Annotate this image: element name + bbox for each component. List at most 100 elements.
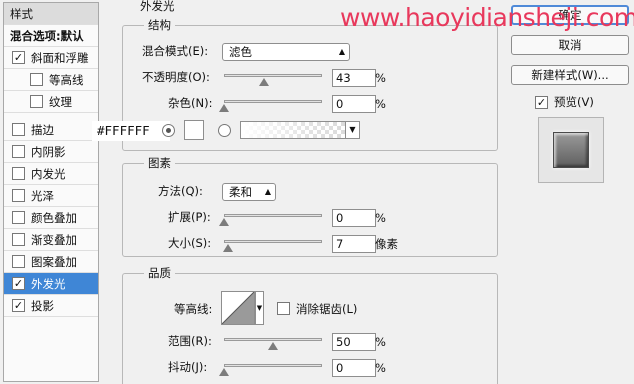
spread-slider[interactable] (224, 214, 322, 217)
blend-mode-label: 混合模式(E): (142, 44, 209, 58)
style-item-pattern-overlay[interactable]: 图案叠加 (4, 251, 98, 273)
size-input[interactable]: 7 (332, 235, 376, 253)
inner-glow-checkbox[interactable] (12, 167, 25, 180)
style-item-label: 光泽 (31, 189, 54, 203)
bevel-emboss-checkbox[interactable]: ✓ (12, 51, 25, 64)
preview-checkbox[interactable]: ✓ (535, 96, 548, 109)
opacity-input[interactable]: 43 (332, 69, 376, 87)
drop-shadow-checkbox[interactable]: ✓ (12, 299, 25, 312)
cancel-button[interactable]: 取消 (511, 35, 629, 55)
jitter-label: 抖动(J): (168, 360, 208, 374)
structure-legend: 结构 (144, 18, 175, 32)
style-item-label: 描边 (31, 123, 54, 137)
range-slider[interactable] (224, 338, 322, 341)
style-item-label: 颜色叠加 (31, 211, 77, 225)
contour-checkbox[interactable] (30, 73, 43, 86)
inner-shadow-checkbox[interactable] (12, 145, 25, 158)
spread-input[interactable]: 0 (332, 209, 376, 227)
noise-input[interactable]: 0 (332, 95, 376, 113)
style-item-contour[interactable]: 等高线 (4, 69, 98, 91)
style-item-gradient-overlay[interactable]: 渐变叠加 (4, 229, 98, 251)
percent-sign: % (375, 97, 386, 111)
style-item-label: 内阴影 (31, 145, 66, 159)
texture-checkbox[interactable] (30, 95, 43, 108)
styles-list: 样式 混合选项:默认 ✓ 斜面和浮雕 等高线 纹理 描边 内阴影 内发光 光泽 … (3, 2, 99, 382)
jitter-slider[interactable] (224, 364, 322, 367)
noise-slider[interactable] (224, 100, 322, 103)
opacity-label: 不透明度(O): (142, 70, 210, 84)
watermark-text: www.haoyidiansheji.com (340, 3, 634, 32)
blend-options-item[interactable]: 混合选项:默认 (4, 25, 98, 47)
style-item-label: 等高线 (49, 73, 84, 87)
preview-thumbnail (538, 117, 604, 183)
pattern-overlay-checkbox[interactable] (12, 255, 25, 268)
chevron-down-icon[interactable]: ▼ (255, 291, 264, 325)
style-item-inner-glow[interactable]: 内发光 (4, 163, 98, 185)
jitter-slider-thumb[interactable] (219, 368, 229, 376)
antialias-checkbox[interactable] (277, 302, 290, 315)
quality-legend: 品质 (144, 266, 175, 280)
style-item-label: 内发光 (31, 167, 66, 181)
style-item-satin[interactable]: 光泽 (4, 185, 98, 207)
opacity-slider-thumb[interactable] (259, 78, 269, 86)
gradient-radio[interactable] (218, 124, 231, 137)
method-label: 方法(Q): (158, 184, 203, 198)
style-item-label: 纹理 (49, 95, 72, 109)
size-slider[interactable] (224, 240, 322, 243)
preview-swatch (553, 132, 589, 168)
style-item-label: 外发光 (31, 277, 66, 291)
opacity-slider[interactable] (224, 74, 322, 77)
style-item-color-overlay[interactable]: 颜色叠加 (4, 207, 98, 229)
satin-checkbox[interactable] (12, 189, 25, 202)
range-input[interactable]: 50 (332, 333, 376, 351)
method-select[interactable]: 柔和 ▲ (222, 183, 276, 201)
style-item-drop-shadow[interactable]: ✓ 投影 (4, 295, 98, 317)
style-item-label: 投影 (31, 299, 54, 313)
glow-color-swatch[interactable] (184, 120, 204, 140)
elements-legend: 图素 (144, 156, 175, 170)
style-item-label: 图案叠加 (31, 255, 77, 269)
range-label: 范围(R): (168, 334, 212, 348)
color-overlay-checkbox[interactable] (12, 211, 25, 224)
percent-sign: % (375, 211, 386, 225)
size-slider-thumb[interactable] (223, 244, 233, 252)
spread-slider-thumb[interactable] (219, 218, 229, 226)
spread-label: 扩展(P): (168, 210, 211, 224)
new-style-button[interactable]: 新建样式(W)... (511, 65, 629, 85)
style-item-inner-shadow[interactable]: 内阴影 (4, 141, 98, 163)
preview-label: 预览(V) (554, 95, 594, 109)
percent-sign: % (375, 361, 386, 375)
updown-arrow-icon: ▲ (264, 187, 271, 196)
style-item-outer-glow[interactable]: ✓ 外发光 (4, 273, 98, 295)
color-annotation: #FFFFFF (97, 123, 150, 138)
jitter-input[interactable]: 0 (332, 359, 376, 377)
blend-mode-select[interactable]: 滤色 ▲ (222, 43, 350, 61)
style-item-label: 斜面和浮雕 (31, 51, 89, 65)
range-slider-thumb[interactable] (268, 342, 278, 350)
updown-arrow-icon: ▲ (338, 47, 345, 56)
stroke-checkbox[interactable] (12, 123, 25, 136)
contour-picker[interactable] (221, 291, 255, 325)
size-label: 大小(S): (168, 236, 212, 250)
panel-title: 外发光 (140, 0, 175, 13)
gradient-overlay-checkbox[interactable] (12, 233, 25, 246)
styles-header: 样式 (4, 3, 98, 25)
linear-contour-icon (221, 291, 255, 325)
size-unit: 像素 (375, 237, 398, 251)
style-item-texture[interactable]: 纹理 (4, 91, 98, 113)
chevron-down-icon[interactable]: ▼ (345, 121, 360, 139)
gradient-picker[interactable] (240, 121, 360, 139)
noise-slider-thumb[interactable] (219, 104, 229, 112)
percent-sign: % (375, 335, 386, 349)
noise-label: 杂色(N): (168, 96, 213, 110)
method-value: 柔和 (229, 185, 252, 199)
blend-mode-value: 滤色 (229, 45, 252, 59)
style-item-stroke[interactable]: 描边 (4, 119, 98, 141)
style-item-label: 渐变叠加 (31, 233, 77, 247)
antialias-label: 消除锯齿(L) (296, 302, 358, 316)
percent-sign: % (375, 71, 386, 85)
contour-label: 等高线: (174, 302, 213, 316)
outer-glow-checkbox[interactable]: ✓ (12, 277, 25, 290)
solid-color-radio[interactable] (162, 124, 175, 137)
style-item-bevel-emboss[interactable]: ✓ 斜面和浮雕 (4, 47, 98, 69)
